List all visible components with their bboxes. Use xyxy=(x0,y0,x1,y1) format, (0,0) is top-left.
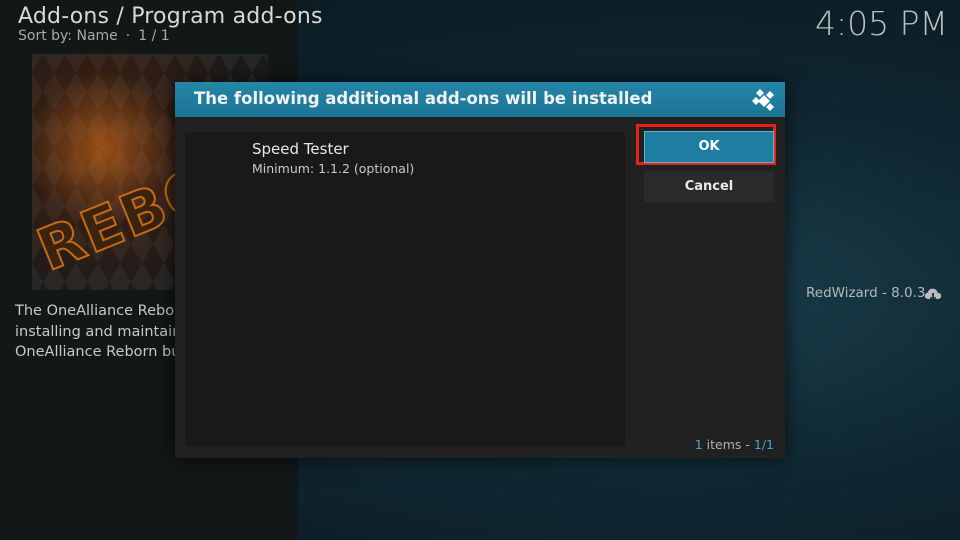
items-count-number: 1 xyxy=(694,437,703,452)
sort-info: Sort by: Name · 1 / 1 xyxy=(18,28,170,44)
clock: 4:05 PM xyxy=(815,4,948,43)
cloud-download-icon xyxy=(924,288,942,302)
addon-name: Speed Tester xyxy=(252,140,349,158)
kodi-logo-icon xyxy=(752,89,774,111)
items-count-page: 1/1 xyxy=(753,437,774,452)
page-title: Add-ons / Program add-ons xyxy=(18,4,323,29)
items-count-word: items - xyxy=(702,437,754,452)
dialog-header: The following additional add-ons will be… xyxy=(175,82,785,117)
items-count: 1 items - 1/1 xyxy=(695,437,774,452)
addon-min-version: Minimum: 1.1.2 (optional) xyxy=(252,161,415,176)
cancel-button[interactable]: Cancel xyxy=(644,171,774,202)
addon-dependency-list: Speed Tester Minimum: 1.1.2 (optional) xyxy=(185,132,625,446)
sort-label[interactable]: Sort by: Name xyxy=(18,28,118,44)
ok-button[interactable]: OK xyxy=(644,131,774,163)
page-indicator: 1 / 1 xyxy=(138,28,170,44)
list-item[interactable]: Speed Tester Minimum: 1.1.2 (optional) xyxy=(185,138,625,182)
separator-dot: · xyxy=(125,28,131,44)
repository-version-label: RedWizard - 8.0.3 xyxy=(806,285,926,301)
dialog-title: The following additional add-ons will be… xyxy=(194,89,653,108)
kodi-screen: REBO The OneAlliance Rebor installing an… xyxy=(0,0,960,540)
install-dependencies-dialog: The following additional add-ons will be… xyxy=(175,82,785,458)
